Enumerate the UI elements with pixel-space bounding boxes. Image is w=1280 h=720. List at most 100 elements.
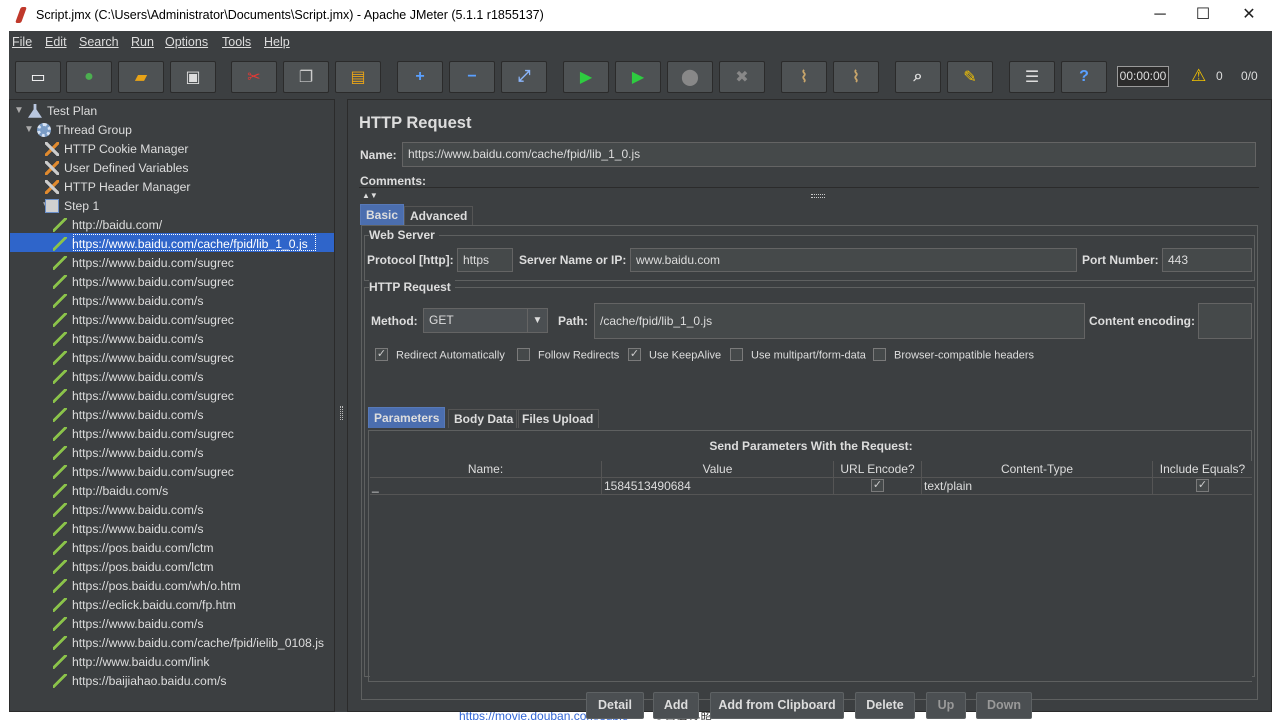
tree-item[interactable]: Test Plan [28,102,97,121]
tree-item[interactable]: https://www.baidu.com/s [53,444,203,463]
tree-item[interactable]: HTTP Cookie Manager [45,140,188,159]
tree-item[interactable]: Thread Group [37,121,132,140]
start-no-pauses-icon[interactable]: ▶ [615,61,661,93]
tree-item[interactable]: https://www.baidu.com/s [53,520,203,539]
reset-search-icon[interactable]: ✎ [947,61,993,93]
stop-icon[interactable]: ⬤ [667,61,713,93]
start-icon[interactable]: ▶ [563,61,609,93]
tree-item[interactable]: https://www.baidu.com/s [53,501,203,520]
tab-parameters[interactable]: Parameters [368,407,446,428]
tree-item[interactable]: https://www.baidu.com/s [53,406,203,425]
col-name[interactable]: Name: [370,461,601,478]
browser-headers-checkbox[interactable]: Browser-compatible headers [873,348,1034,362]
table-row[interactable]: _ 1584513490684 ✓ text/plain ✓ [370,478,1252,495]
tree-item[interactable]: https://www.baidu.com/sugrec [53,425,234,444]
tab-files-upload[interactable]: Files Upload [516,409,600,428]
tree-item[interactable]: https://www.baidu.com/s [53,292,203,311]
tree-item[interactable]: http://baidu.com/s [53,482,168,501]
search-icon[interactable]: ⌕ [895,61,941,93]
splitter-grip[interactable] [340,406,343,420]
expand-toggle-icon[interactable]: ▼ [14,105,24,116]
chevron-down-icon[interactable]: ▼ [527,309,547,332]
params-table-body[interactable] [370,495,1252,681]
tree-item[interactable]: http://www.baidu.com/link [53,653,210,672]
tree-item[interactable]: https://www.baidu.com/sugrec [53,387,234,406]
method-select[interactable]: GET ▼ [423,308,548,333]
tree-item[interactable]: https://pos.baidu.com/wh/o.htm [53,577,241,596]
collapse-arrows-icon[interactable]: ▲▼ [362,191,378,200]
tree-item[interactable]: https://www.baidu.com/s [53,615,203,634]
redirect-auto-checkbox[interactable]: ✓ Redirect Automatically [375,348,505,362]
follow-redirects-checkbox[interactable]: Follow Redirects [517,348,619,362]
server-field[interactable]: www.baidu.com [630,248,1077,272]
clear-icon[interactable]: ⌇ [781,61,827,93]
tab-basic[interactable]: Basic [360,204,405,225]
tree-item[interactable]: https://www.baidu.com/sugrec [53,349,234,368]
shutdown-icon[interactable]: ✖ [719,61,765,93]
cell-url-encode[interactable]: ✓ [833,478,921,495]
save-icon[interactable]: ▣ [170,61,216,93]
tree-item[interactable]: https://www.baidu.com/cache/fpid/lib_1_0… [53,235,308,254]
tree-item[interactable]: https://www.baidu.com/s [53,368,203,387]
tree-item[interactable]: https://eclick.baidu.com/fp.htm [53,596,236,615]
down-button[interactable]: Down [976,692,1032,719]
port-field[interactable]: 443 [1162,248,1252,272]
menu-search[interactable]: Search [79,35,119,49]
col-url-encode[interactable]: URL Encode? [833,461,921,478]
expand-icon[interactable]: + [397,61,443,93]
toggle-icon[interactable]: ⤢ [501,61,547,93]
warning-icon[interactable]: ⚠ [1191,66,1206,86]
encoding-field[interactable] [1198,303,1252,339]
minimize-button[interactable]: ─ [1137,0,1183,31]
tree-item[interactable]: https://www.baidu.com/sugrec [53,254,234,273]
menu-help[interactable]: Help [264,35,290,49]
add-from-clipboard-button[interactable]: Add from Clipboard [710,692,844,719]
cut-icon[interactable]: ✂ [231,61,277,93]
resize-grip[interactable] [811,194,825,198]
tree-item[interactable]: https://www.baidu.com/sugrec [53,273,234,292]
expand-toggle-icon[interactable]: ▼ [24,124,34,135]
protocol-field[interactable]: https [457,248,513,272]
copy-icon[interactable]: ❐ [283,61,329,93]
tree-item[interactable]: https://pos.baidu.com/lctm [53,558,214,577]
tree-item[interactable]: https://www.baidu.com/sugrec [53,463,234,482]
tree-item[interactable]: Step 1 [45,197,99,216]
help-icon[interactable]: ? [1061,61,1107,93]
close-button[interactable]: ✕ [1226,0,1272,31]
tab-body-data[interactable]: Body Data [448,409,520,428]
tree-item[interactable]: HTTP Header Manager [45,178,190,197]
maximize-button[interactable]: ☐ [1180,0,1226,31]
detail-button[interactable]: Detail [586,692,644,719]
up-button[interactable]: Up [926,692,966,719]
tree-item[interactable]: https://www.baidu.com/s [53,330,203,349]
delete-button[interactable]: Delete [855,692,915,719]
menu-options[interactable]: Options [165,35,208,49]
cell-content-type[interactable]: text/plain [921,478,1152,495]
open-icon[interactable]: ▰ [118,61,164,93]
cell-include-equals[interactable]: ✓ [1152,478,1252,495]
clear-all-icon[interactable]: ⌇ [833,61,879,93]
tree-item[interactable]: https://www.baidu.com/sugrec [53,311,234,330]
col-content-type[interactable]: Content-Type [921,461,1152,478]
cell-value[interactable]: 1584513490684 [601,478,833,495]
tree-item[interactable]: https://baijiahao.baidu.com/s [53,672,226,691]
paste-icon[interactable]: ▤ [335,61,381,93]
templates-icon[interactable]: ● [66,61,112,93]
function-helper-icon[interactable]: ☰ [1009,61,1055,93]
menu-run[interactable]: Run [131,35,154,49]
menu-file[interactable]: File [12,35,32,49]
tree-item[interactable]: http://baidu.com/ [53,216,162,235]
col-include-equals[interactable]: Include Equals? [1152,461,1252,478]
tree-item[interactable]: https://www.baidu.com/cache/fpid/ielib_0… [53,634,324,653]
menu-edit[interactable]: Edit [45,35,67,49]
test-plan-tree[interactable]: ▼ Test Plan ▼ Thread Group HTTP Cookie Manag… [9,99,335,712]
multipart-checkbox[interactable]: Use multipart/form-data [730,348,866,362]
name-field[interactable]: https://www.baidu.com/cache/fpid/lib_1_0… [402,142,1256,167]
new-icon[interactable]: ▭ [15,61,61,93]
cell-name[interactable]: _ [370,478,601,495]
collapse-icon[interactable]: − [449,61,495,93]
add-button[interactable]: Add [653,692,699,719]
keepalive-checkbox[interactable]: ✓ Use KeepAlive [628,348,721,362]
path-field[interactable]: /cache/fpid/lib_1_0.js [594,303,1085,339]
tree-item[interactable]: User Defined Variables [45,159,188,178]
